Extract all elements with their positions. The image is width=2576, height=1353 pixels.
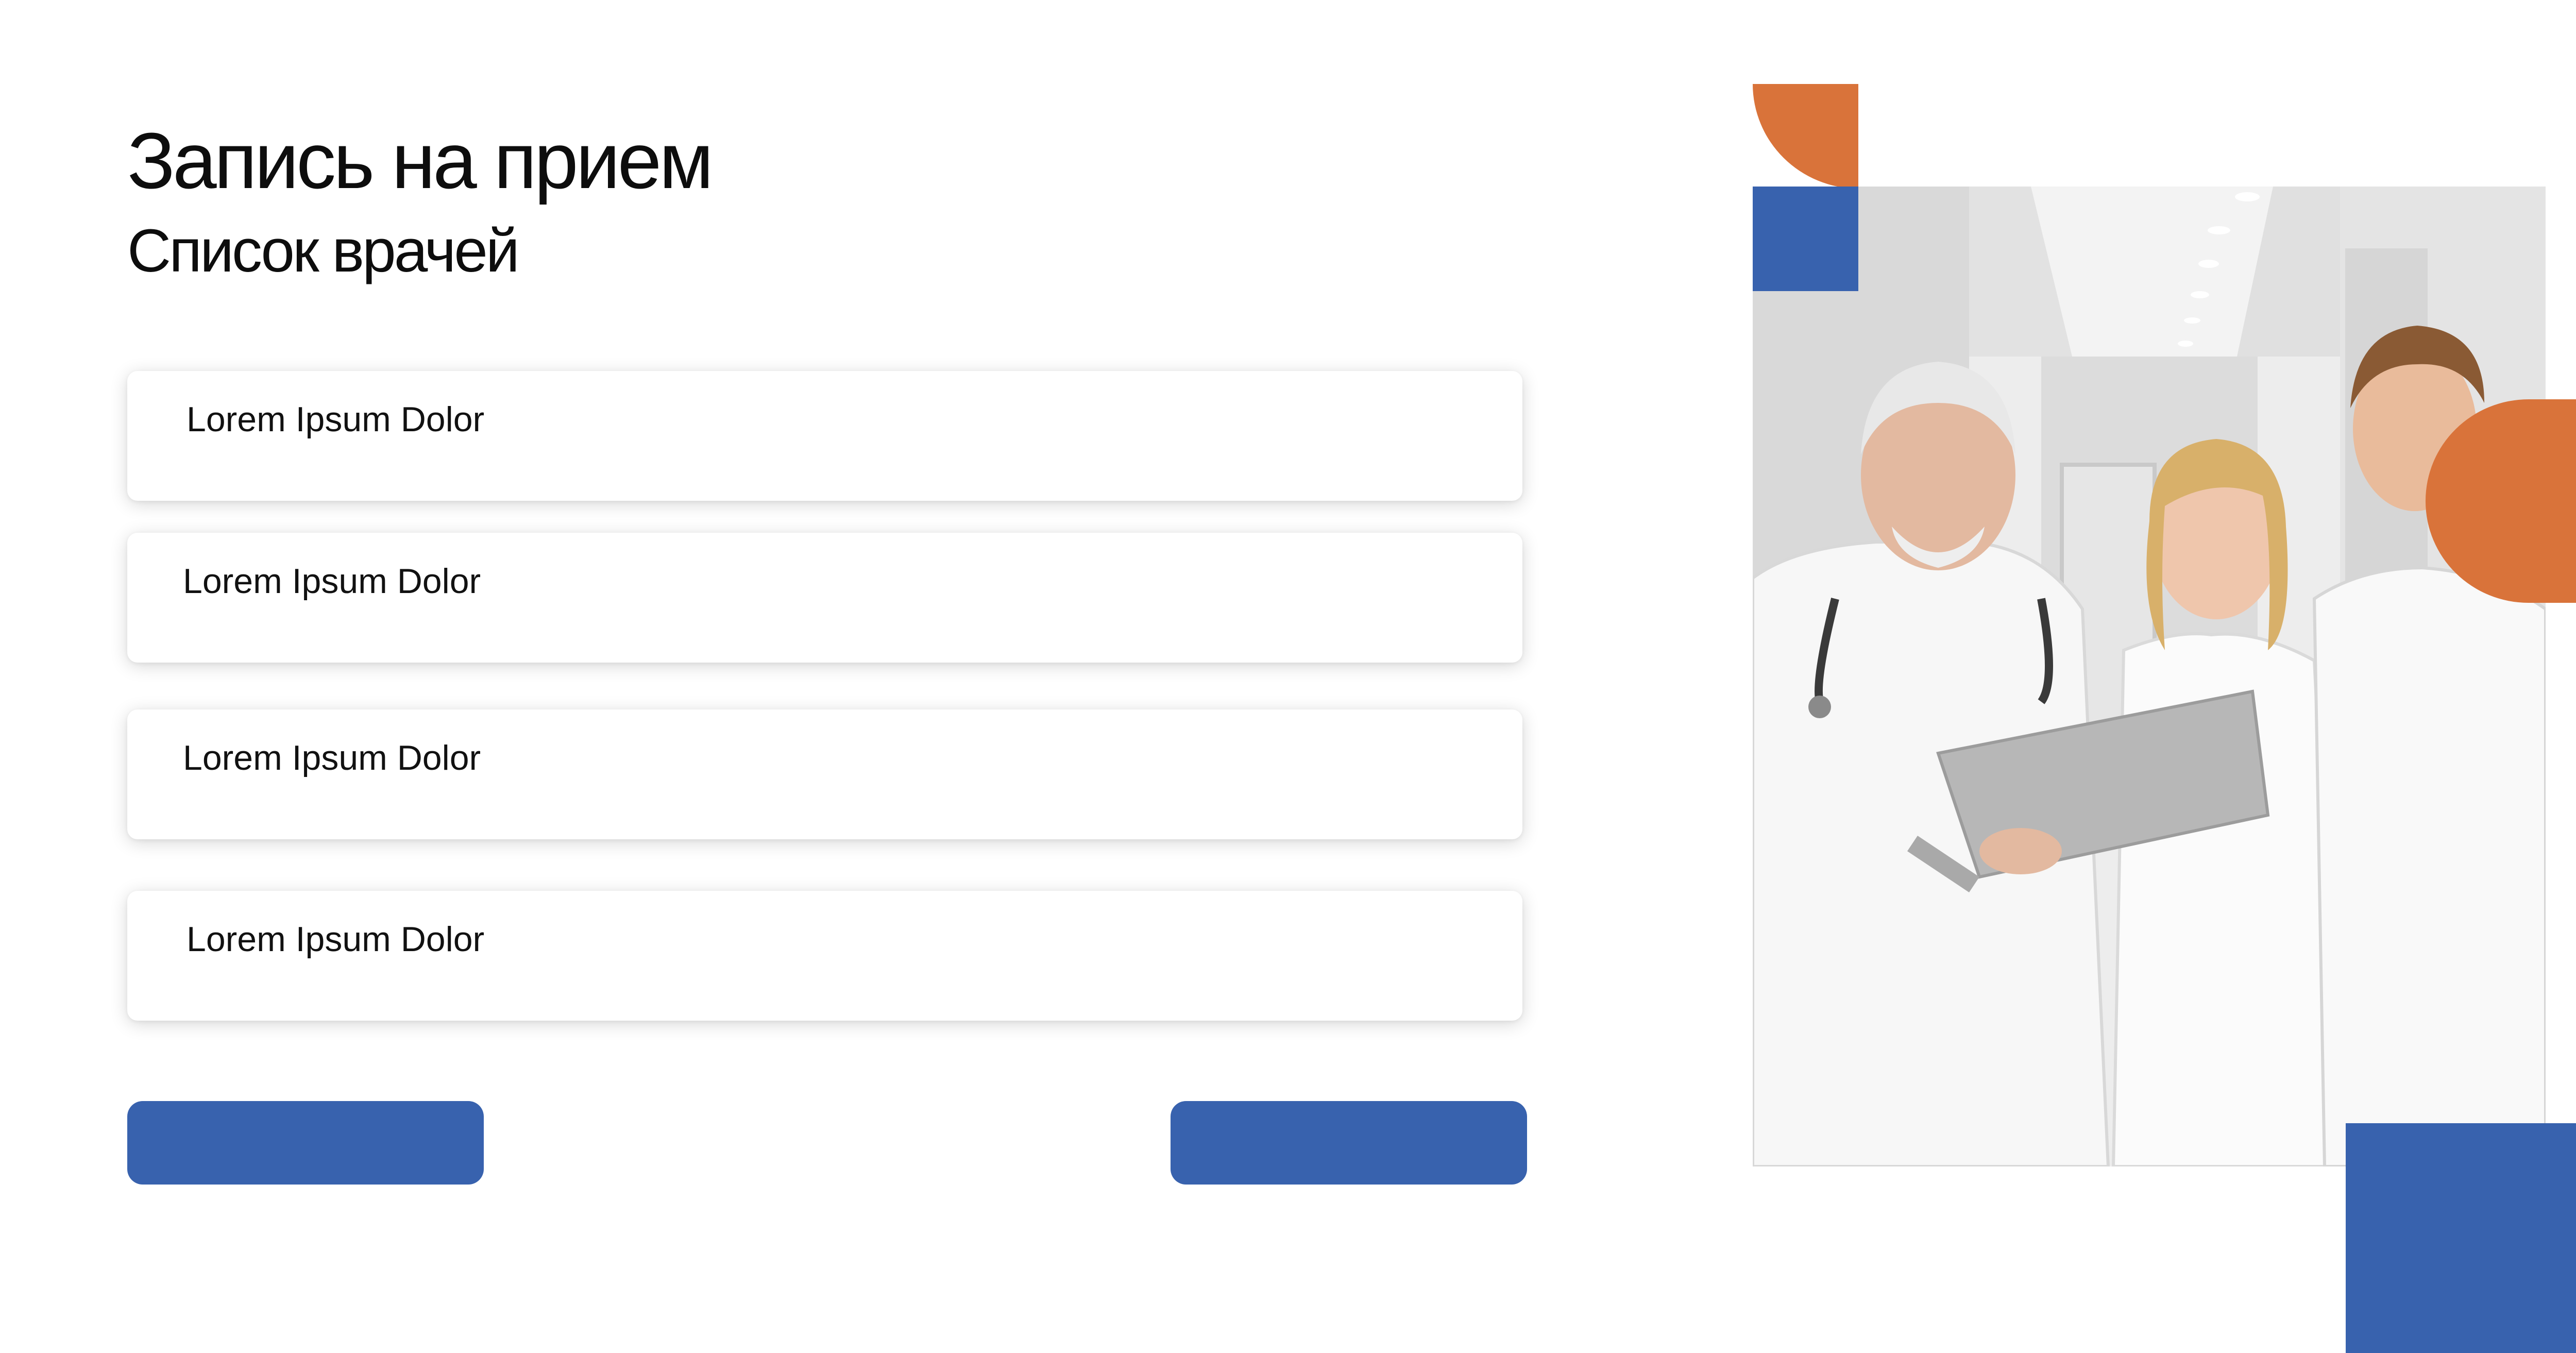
doctors-photo [1753, 187, 2546, 1166]
orange-quarter-circle-decoration [1753, 84, 1858, 189]
doctor-name: Lorem Ipsum Dolor [187, 920, 485, 959]
appointment-page: Запись на прием Список врачей Lorem Ipsu… [0, 0, 2576, 1353]
doctors-illustration [1753, 187, 2546, 1166]
doctor-card[interactable]: Lorem Ipsum Dolor [127, 891, 1522, 1021]
doctor-card[interactable]: Lorem Ipsum Dolor [127, 709, 1522, 839]
blue-square-decoration [1753, 187, 1858, 291]
doctor-name: Lorem Ipsum Dolor [183, 562, 481, 601]
blue-square-decoration [2346, 1123, 2576, 1353]
doctor-card[interactable]: Lorem Ipsum Dolor [127, 533, 1522, 663]
doctor-card[interactable]: Lorem Ipsum Dolor [127, 371, 1522, 501]
doctor-name: Lorem Ipsum Dolor [187, 400, 485, 439]
back-button[interactable] [127, 1101, 484, 1185]
next-button[interactable] [1171, 1101, 1527, 1185]
doctor-name: Lorem Ipsum Dolor [183, 738, 481, 777]
